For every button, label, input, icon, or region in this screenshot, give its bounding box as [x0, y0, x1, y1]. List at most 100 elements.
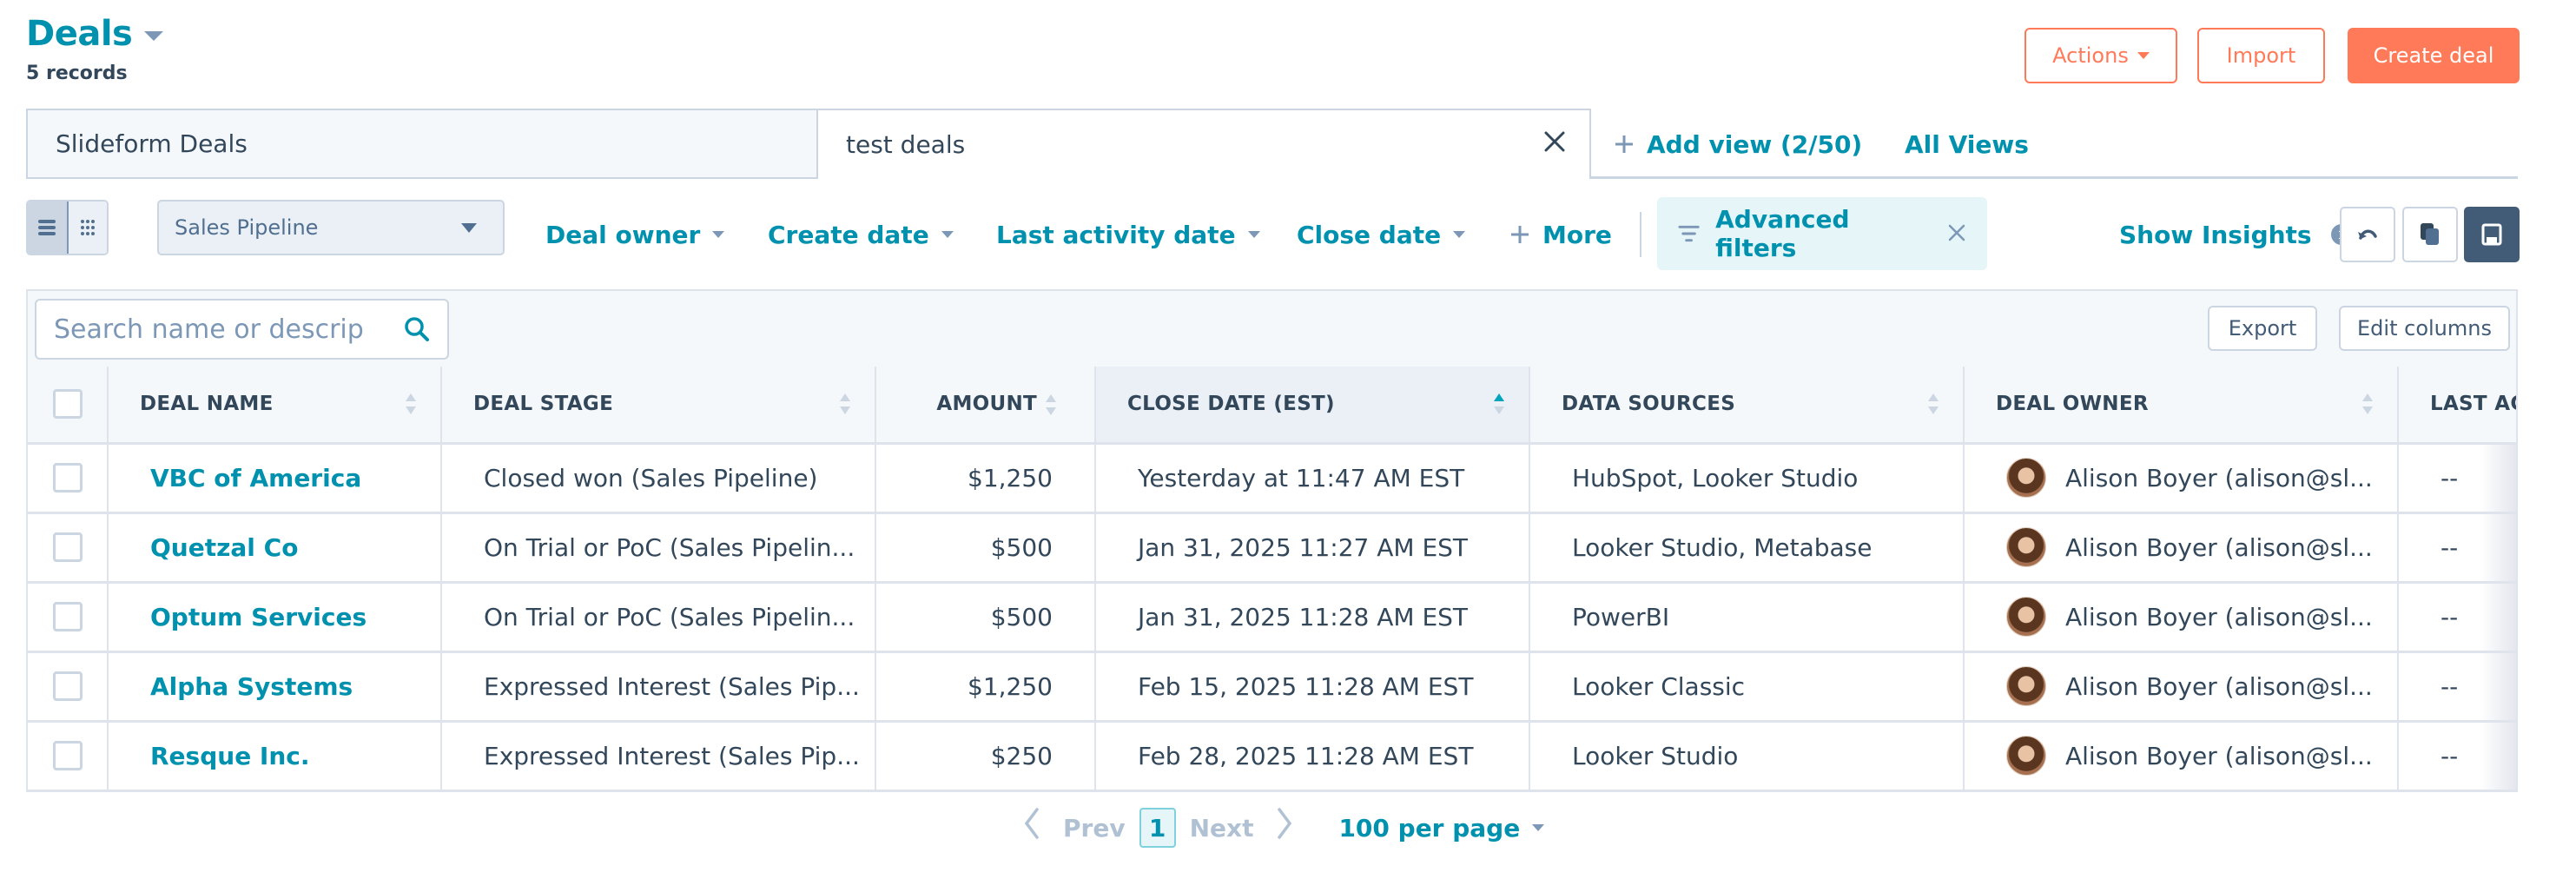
close-date-cell: Jan 31, 2025 11:27 AM EST [1095, 512, 1530, 584]
filter-deal-owner[interactable]: Deal owner [545, 214, 725, 255]
column-label: CLOSE DATE (EST) [1127, 393, 1335, 416]
data-sources-cell: PowerBI [1529, 582, 1965, 653]
advanced-filters-button[interactable]: Advanced filters [1657, 197, 1987, 270]
page-title[interactable]: Deals [26, 14, 164, 54]
more-filters-button[interactable]: More [1509, 214, 1612, 255]
column-header-deal-stage[interactable]: DEAL STAGE [441, 367, 876, 445]
caret-down-icon [1532, 824, 1545, 831]
column-label: DATA SOURCES [1562, 393, 1736, 416]
column-header-data-sources[interactable]: DATA SOURCES [1529, 367, 1965, 445]
import-button[interactable]: Import [2197, 28, 2325, 83]
deal-name-link[interactable]: Quetzal Co [108, 512, 442, 584]
deal-owner-cell: Alison Boyer (alison@sl... [1964, 651, 2399, 723]
select-all-cell [28, 367, 109, 445]
clone-view-button[interactable] [2402, 207, 2458, 262]
last-activity-cell: -- [2398, 443, 2516, 514]
pipeline-select[interactable]: Sales Pipeline [157, 200, 505, 255]
export-button[interactable]: Export [2208, 306, 2317, 351]
filter-create-date[interactable]: Create date [768, 214, 954, 255]
row-checkbox[interactable] [52, 463, 83, 492]
pipeline-value: Sales Pipeline [175, 215, 319, 240]
close-tab-icon[interactable] [1542, 129, 1567, 160]
row-select-cell [28, 651, 109, 723]
owner-name: Alison Boyer (alison@sl... [2065, 532, 2373, 562]
amount-cell: $500 [875, 512, 1096, 584]
create-deal-button[interactable]: Create deal [2348, 28, 2520, 83]
last-activity-cell: -- [2398, 651, 2516, 723]
close-date-cell: Feb 15, 2025 11:28 AM EST [1095, 651, 1530, 723]
owner-name: Alison Boyer (alison@sl... [2065, 463, 2373, 492]
all-views-link[interactable]: All Views [1905, 125, 2029, 163]
search-icon[interactable] [404, 316, 430, 342]
filter-last-activity-date[interactable]: Last activity date [996, 214, 1260, 255]
table-header-row: DEAL NAME DEAL STAGE AMOUNT CLOSE DATE (… [28, 367, 2518, 445]
show-insights-button[interactable]: Show Insights i [2119, 214, 2352, 255]
filter-label: Create date [768, 220, 929, 249]
column-header-deal-name[interactable]: DEAL NAME [108, 367, 442, 445]
row-checkbox[interactable] [52, 532, 83, 562]
search-box[interactable] [35, 299, 449, 360]
row-select-cell [28, 512, 109, 584]
deal-owner-cell: Alison Boyer (alison@sl... [1964, 582, 2399, 653]
column-label: AMOUNT [936, 393, 1037, 416]
avatar [2006, 666, 2046, 706]
data-sources-cell: Looker Studio [1529, 721, 1965, 790]
tabs-divider [1589, 176, 2518, 179]
avatar [2006, 527, 2046, 567]
plus-icon [1615, 135, 1633, 153]
amount-cell: $1,250 [875, 443, 1096, 514]
deal-stage-cell: On Trial or PoC (Sales Pipelin... [441, 582, 876, 653]
page-title-text: Deals [26, 14, 133, 54]
sort-ascending-icon [1494, 393, 1504, 415]
last-activity-cell: -- [2398, 582, 2516, 653]
prev-page-button[interactable]: Prev [1063, 814, 1126, 843]
filter-icon [1678, 225, 1700, 242]
filter-close-date[interactable]: Close date [1297, 214, 1466, 255]
select-all-checkbox[interactable] [52, 389, 83, 420]
close-date-cell: Jan 31, 2025 11:28 AM EST [1095, 582, 1530, 653]
deal-name-link[interactable]: Alpha Systems [108, 651, 442, 723]
search-input[interactable] [54, 314, 384, 345]
actions-button[interactable]: Actions [2024, 28, 2177, 83]
view-tab-slideform-deals[interactable]: Slideform Deals [26, 109, 818, 179]
board-view-button[interactable] [68, 202, 107, 254]
view-mode-toggle [26, 200, 109, 255]
column-header-close-date[interactable]: CLOSE DATE (EST) [1095, 367, 1530, 445]
column-label: LAST AC [2430, 393, 2518, 416]
reset-view-button[interactable] [2340, 207, 2395, 262]
clear-filters-icon[interactable] [1947, 219, 1966, 249]
next-page-icon[interactable] [1267, 806, 1302, 849]
edit-columns-button[interactable]: Edit columns [2339, 306, 2510, 351]
row-checkbox[interactable] [52, 602, 83, 631]
row-checkbox[interactable] [52, 741, 83, 770]
row-checkbox[interactable] [52, 671, 83, 701]
save-icon [2481, 223, 2502, 246]
toolbar-divider [1640, 212, 1641, 257]
deal-name-link[interactable]: Resque Inc. [108, 721, 442, 790]
prev-page-icon[interactable] [1014, 806, 1049, 849]
column-header-last-activity[interactable]: LAST AC [2398, 367, 2518, 445]
per-page-select[interactable]: 100 per page [1338, 814, 1545, 843]
save-view-button[interactable] [2464, 207, 2520, 262]
list-view-button[interactable] [28, 202, 69, 254]
last-activity-cell: -- [2398, 721, 2516, 790]
add-view-label: Add view (2/50) [1647, 129, 1863, 159]
view-tab-label: Slideform Deals [56, 129, 248, 158]
column-header-amount[interactable]: AMOUNT [875, 367, 1096, 445]
filter-label: Deal owner [545, 220, 701, 249]
deal-name-link[interactable]: Optum Services [108, 582, 442, 653]
export-label: Export [2228, 316, 2297, 340]
view-tab-test-deals[interactable]: test deals [816, 109, 1591, 179]
current-page[interactable]: 1 [1139, 808, 1176, 848]
all-views-label: All Views [1905, 129, 2029, 159]
table-row: Optum Services On Trial or PoC (Sales Pip… [28, 582, 2516, 653]
import-label: Import [2226, 43, 2296, 68]
sort-icon [1046, 393, 1056, 415]
column-header-deal-owner[interactable]: DEAL OWNER [1964, 367, 2399, 445]
add-view-button[interactable]: Add view (2/50) [1614, 125, 1862, 163]
deal-name-link[interactable]: VBC of America [108, 443, 442, 514]
undo-icon [2358, 229, 2377, 240]
column-label: DEAL NAME [140, 393, 274, 416]
deal-stage-cell: On Trial or PoC (Sales Pipelin... [441, 512, 876, 584]
next-page-button[interactable]: Next [1190, 814, 1254, 843]
